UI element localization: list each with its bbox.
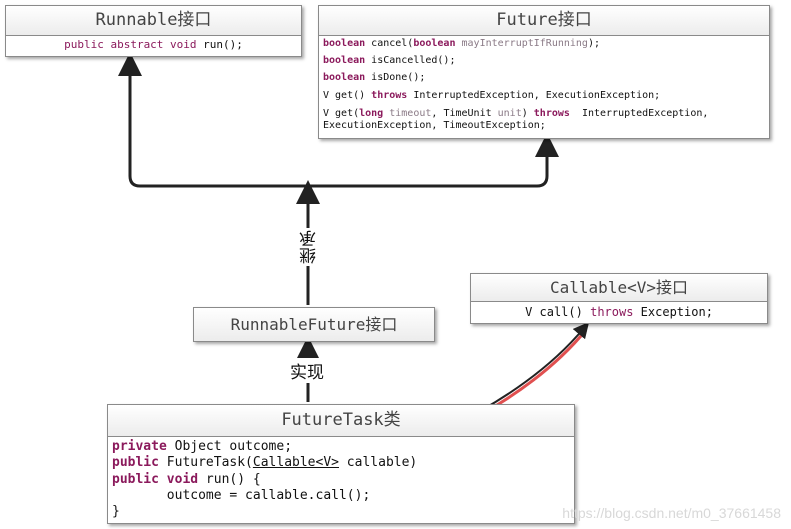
inherit-arrow-future: [308, 133, 559, 188]
future-method-get-timeout: V get(long timeout, TimeUnit unit) throw…: [323, 108, 709, 119]
futuretask-title: FutureTask类: [108, 405, 574, 437]
futuretask-constructor: public FutureTask(Callable<V> callable): [112, 455, 418, 470]
inherit-arrow-runnable: [118, 52, 308, 188]
futuretask-class-box: FutureTask类 private Object outcome; publ…: [107, 404, 575, 524]
future-interface-box: Future接口 boolean cancel(boolean mayInter…: [318, 5, 770, 139]
future-method-isdone: boolean isDone();: [323, 72, 426, 83]
futuretask-run-close: }: [112, 504, 120, 519]
callable-method: V call() throws Exception;: [525, 305, 713, 319]
callable-title: Callable<V>接口: [471, 274, 767, 302]
future-title: Future接口: [319, 6, 769, 36]
futuretask-run-method: public void run() {: [112, 472, 261, 487]
future-method-cancel: boolean cancel(boolean mayInterruptIfRun…: [323, 38, 600, 49]
runnable-future-interface-box: RunnableFuture接口: [193, 307, 435, 342]
runnable-method: public abstract void run();: [64, 38, 243, 51]
callable-interface-box: Callable<V>接口 V call() throws Exception;: [470, 273, 768, 324]
implement-label: 实现: [288, 358, 326, 383]
futuretask-run-body: outcome = callable.call();: [112, 488, 371, 503]
inherit-label: 继承: [297, 228, 322, 266]
watermark: https://blog.csdn.net/m0_37661458: [562, 505, 781, 521]
runnable-title: Runnable接口: [6, 6, 301, 36]
future-method-get: V get() throws InterruptedException, Exe…: [323, 90, 661, 101]
futuretask-field-outcome: private Object outcome;: [112, 439, 293, 454]
runnable-interface-box: Runnable接口 public abstract void run();: [5, 5, 302, 57]
runnable-future-title: RunnableFuture接口: [194, 308, 434, 341]
future-method-iscancelled: boolean isCancelled();: [323, 55, 456, 66]
future-method-get-timeout-cont: ExecutionException, TimeoutException;: [323, 120, 546, 131]
